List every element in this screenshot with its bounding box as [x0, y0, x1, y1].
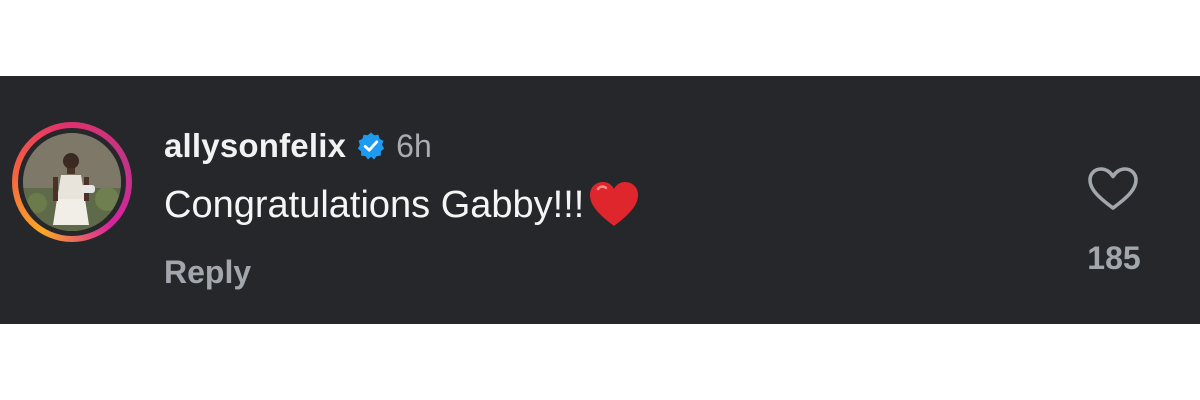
- avatar-photo-image: [23, 133, 121, 231]
- comment-card: allysonfelix 6h Congratulations Gabby!!!…: [0, 76, 1200, 324]
- username-link[interactable]: allysonfelix: [164, 127, 346, 165]
- avatar-ring-gap: [18, 128, 126, 236]
- like-count: 185: [1087, 240, 1141, 276]
- page: allysonfelix 6h Congratulations Gabby!!!…: [0, 0, 1200, 400]
- comment-text: Congratulations Gabby!!!: [164, 184, 585, 226]
- comment-body: Congratulations Gabby!!!: [164, 180, 640, 230]
- comment-header: allysonfelix 6h: [164, 126, 432, 166]
- avatar-story-ring[interactable]: [12, 122, 132, 242]
- avatar[interactable]: [23, 133, 121, 231]
- red-heart-emoji-icon: [590, 182, 639, 226]
- comment-timestamp: 6h: [396, 127, 432, 164]
- heart-outline-icon: [1088, 167, 1138, 210]
- verified-badge-icon: [356, 131, 386, 161]
- like-button[interactable]: [1086, 166, 1140, 212]
- reply-button[interactable]: Reply: [164, 254, 251, 291]
